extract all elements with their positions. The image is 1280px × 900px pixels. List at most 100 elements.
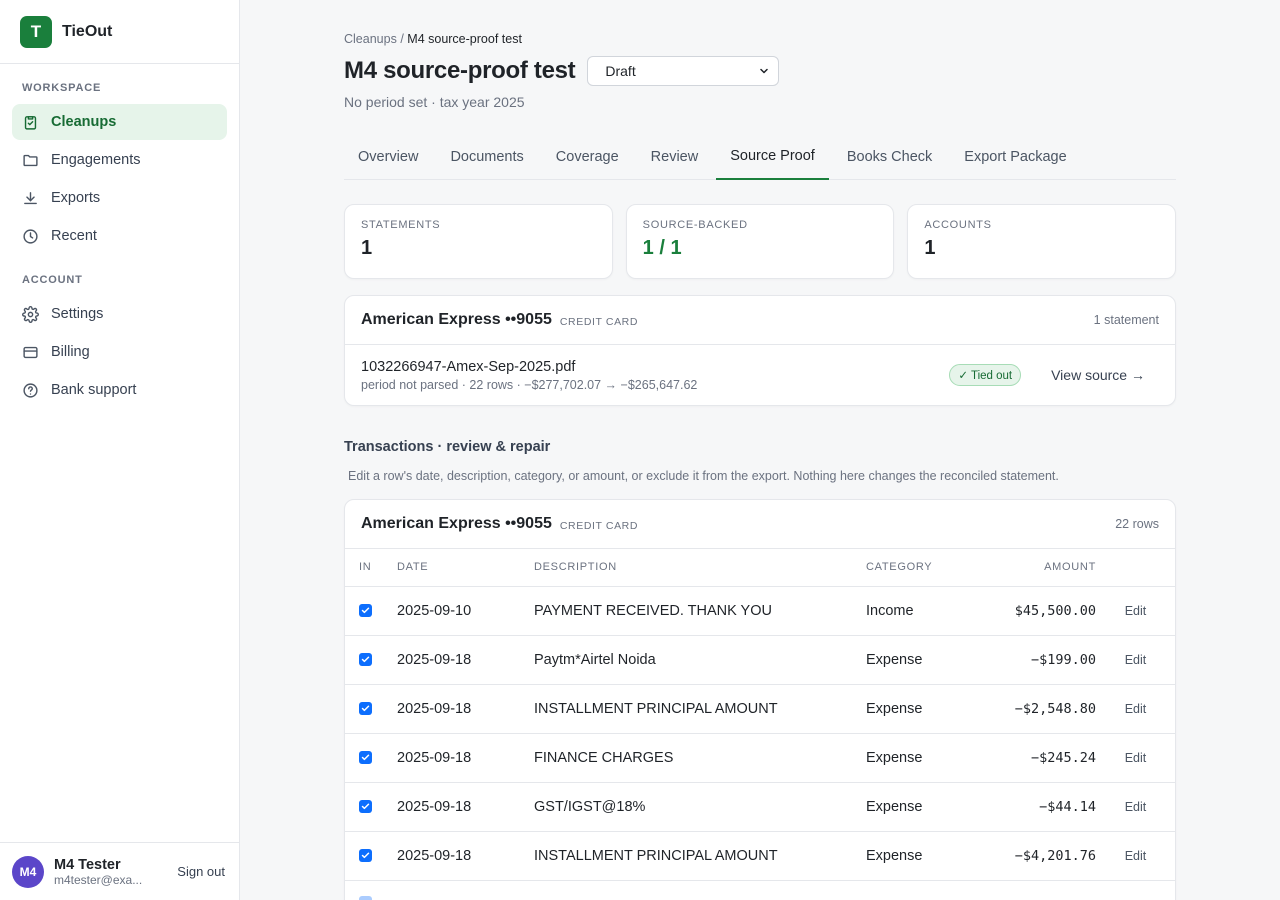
title-row: M4 source-proof test Draft [344,56,1176,86]
tab-coverage[interactable]: Coverage [542,137,633,179]
sidebar-item-cleanups[interactable]: Cleanups [12,104,227,140]
include-checkbox[interactable] [359,896,372,900]
check-clipboard-icon [24,115,37,130]
sidebar-item-billing[interactable]: Billing [12,334,227,370]
tab-overview[interactable]: Overview [344,137,432,179]
tab-bar: Overview Documents Coverage Review Sourc… [344,137,1176,180]
status-select[interactable]: Draft [587,56,780,86]
user-name: M4 Tester [54,856,121,873]
category-cell: Expense [866,635,966,685]
tab-books-check[interactable]: Books Check [833,137,946,179]
description-cell: Paytm*Airtel Noida [534,635,866,685]
sidebar-item-bank-support[interactable]: Bank support [12,372,227,408]
amount-cell: −$245.24 [966,733,1096,783]
include-checkbox[interactable] [359,750,372,764]
edit-button[interactable]: Edit [1125,849,1147,863]
account-name: American Express ••9055 [361,311,552,328]
sidebar-item-label: Exports [51,190,101,206]
tab-source-proof[interactable]: Source Proof [716,137,829,180]
statement-count: 1 statement [1093,313,1159,327]
gear-icon [22,305,39,323]
clock-icon [23,228,38,244]
tx-account-header: American Express ••9055 CREDIT CARD 22 r… [345,500,1175,549]
sidebar-item-settings[interactable]: Settings [12,296,227,332]
include-checkbox[interactable] [359,603,372,617]
column-header-actions [1096,549,1175,587]
account-name: American Express ••9055 [361,515,552,532]
stat-label: ACCOUNTS [924,219,992,231]
tab-export-package[interactable]: Export Package [950,137,1080,179]
date-cell [397,880,534,900]
tab-review[interactable]: Review [637,137,713,179]
column-header-description: DESCRIPTION [534,549,866,587]
description-cell: GST/IGST@18% [534,782,866,832]
amount-cell: −$4,201.76 [966,831,1096,881]
table-row: 2025-09-18 Paytm*Airtel Noida Expense −$… [345,635,1175,685]
edit-cell: Edit [1096,831,1175,881]
sidebar-item-label: Billing [51,344,90,360]
user-box: M4 M4 Tester m4tester@exa... Sign out [0,842,239,900]
stat-label: SOURCE-BACKED [642,219,748,231]
include-checkbox[interactable] [359,848,372,862]
table-row: 2025-09-18 FINANCE CHARGES Expense −$245… [345,733,1175,783]
tab-documents[interactable]: Documents [436,137,537,179]
transactions-card: American Express ••9055 CREDIT CARD 22 r… [344,499,1176,900]
description-cell: FINANCE CHARGES [534,733,866,783]
statement-info: 1032266947-Amex-Sep-2025.pdf period not … [361,359,697,392]
sidebar-item-recent[interactable]: Recent [12,218,227,254]
table-header-row: IN DATE DESCRIPTION CATEGORY AMOUNT [345,549,1175,587]
nav-workspace: WORKSPACE Cleanups Engagements Exports R… [0,64,239,254]
account-type: CREDIT CARD [559,315,639,328]
sidebar: T TieOut WORKSPACE Cleanups Engagements … [0,0,240,900]
avatar[interactable]: M4 [12,855,44,888]
amount-cell: −$44.14 [966,782,1096,832]
sign-out-button[interactable]: Sign out [175,860,227,883]
brand[interactable]: T TieOut [0,0,239,64]
edit-cell: Edit [1096,733,1175,783]
edit-cell: Edit [1096,684,1175,734]
column-header-in: IN [345,549,397,587]
status-select-value: Draft [605,63,636,79]
column-header-category: CATEGORY [866,549,966,587]
include-cell [345,880,397,900]
nav-heading-account: ACCOUNT [22,274,83,286]
include-cell [345,733,397,783]
edit-button[interactable]: Edit [1125,702,1147,716]
include-checkbox[interactable] [359,799,372,813]
stats-row: STATEMENTS 1 SOURCE-BACKED 1 / 1 ACCOUNT… [344,204,1177,279]
edit-button[interactable]: Edit [1125,653,1147,667]
page-subtitle: No period set · tax year 2025 [344,94,525,110]
date-cell: 2025-09-18 [397,782,534,832]
edit-button[interactable]: Edit [1125,604,1147,618]
table-row: 2025-09-18 INSTALLMENT PRINCIPAL AMOUNT … [345,684,1175,734]
edit-button[interactable]: Edit [1125,751,1147,765]
stat-card-source-backed: SOURCE-BACKED 1 / 1 [625,204,895,279]
breadcrumb-parent[interactable]: Cleanups [344,32,397,46]
status-badge: ✓ Tied out [949,364,1022,386]
include-cell [345,782,397,832]
category-cell: Expense [866,733,966,783]
sidebar-item-label: Settings [51,306,104,322]
sidebar-item-engagements[interactable]: Engagements [12,142,227,178]
include-checkbox[interactable] [359,701,372,715]
sidebar-item-exports[interactable]: Exports [12,180,227,216]
edit-cell: Edit [1096,586,1175,636]
category-cell: Expense [866,684,966,734]
category-cell: Income [866,586,966,636]
stat-card-statements: STATEMENTS 1 [344,204,613,279]
amount-cell: −$199.00 [966,635,1096,685]
chevron-down-icon [760,68,769,74]
amount-cell [966,880,1096,900]
view-source-link[interactable]: View source → [1051,367,1145,383]
breadcrumb-separator: / [400,32,404,46]
include-checkbox[interactable] [359,652,372,666]
account-card: American Express ••9055 CREDIT CARD 1 st… [344,295,1176,406]
table-row [345,880,1175,900]
amount-cell: $45,500.00 [966,586,1096,636]
transactions-section-title: Transactions · review & repair [344,439,551,455]
edit-button[interactable]: Edit [1125,800,1147,814]
include-cell [345,635,397,685]
table-row: 2025-09-18 INSTALLMENT PRINCIPAL AMOUNT … [345,831,1175,881]
help-circle-icon [23,382,38,398]
edit-cell: Edit [1096,782,1175,832]
